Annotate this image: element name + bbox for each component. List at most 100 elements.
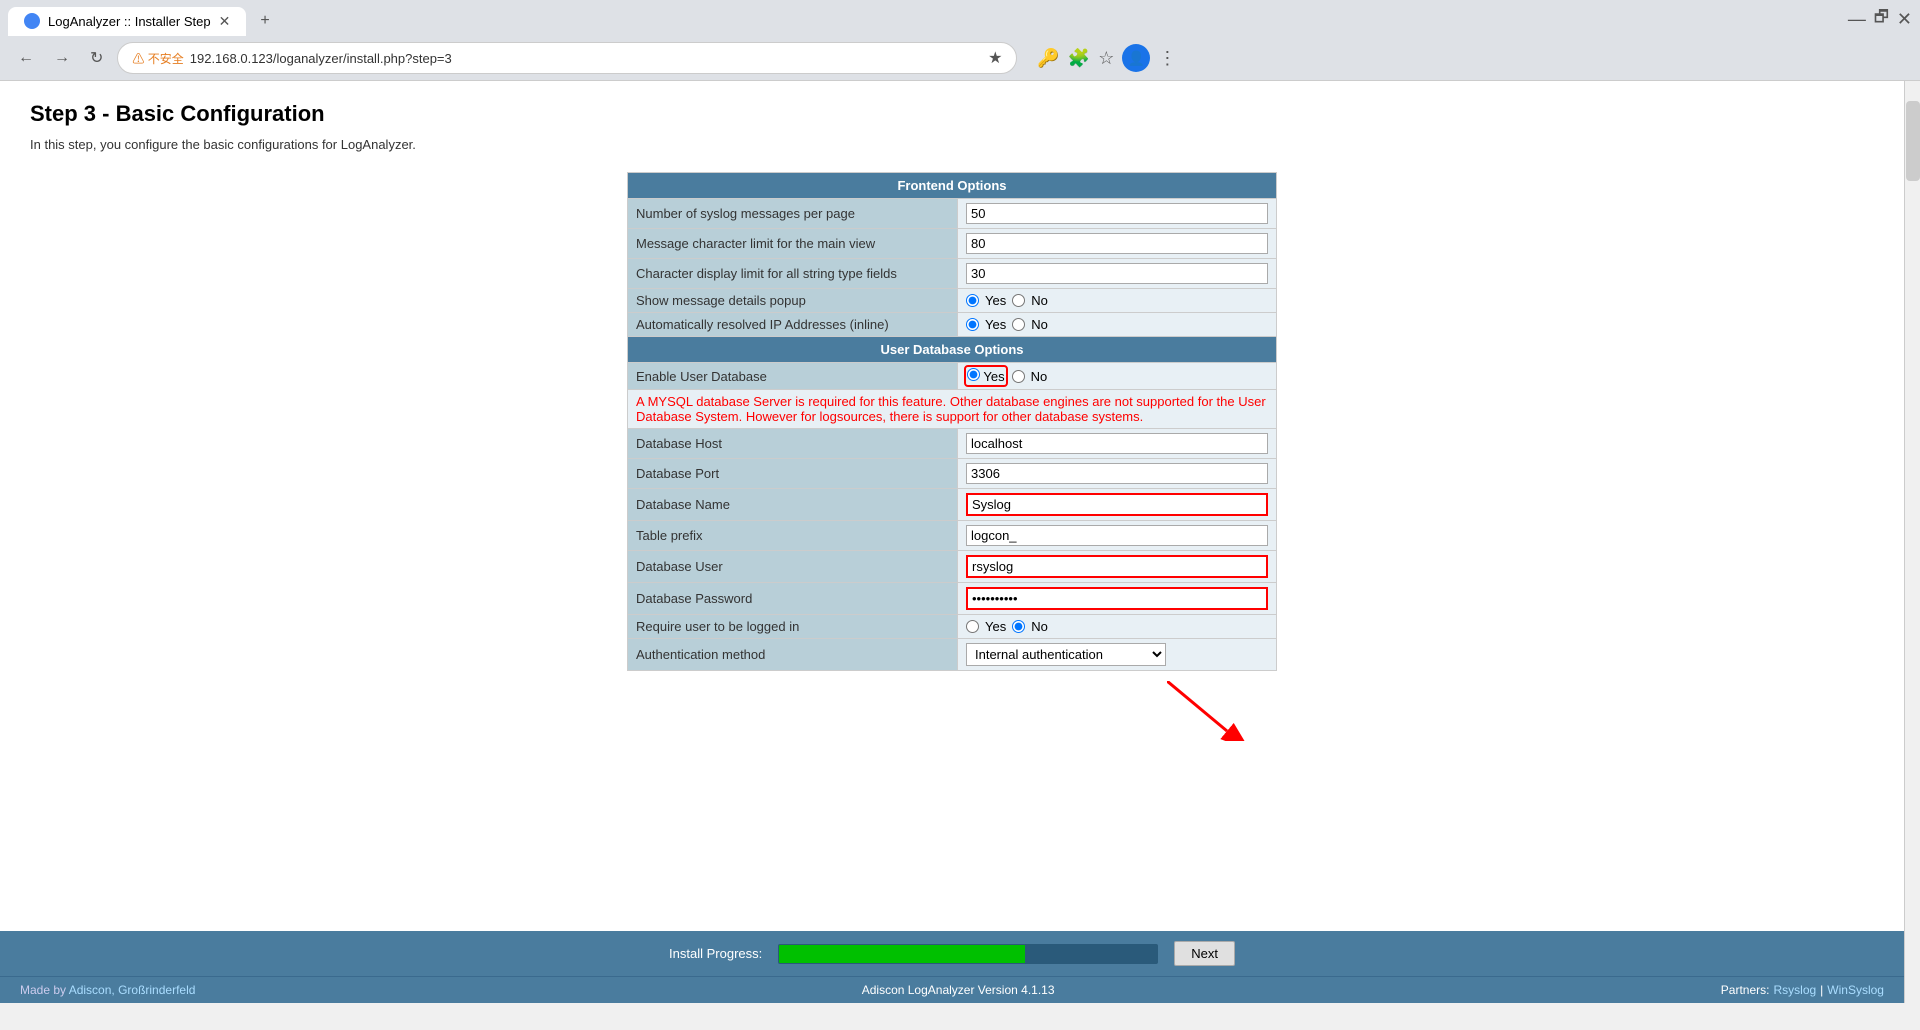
table-row: Database Name <box>628 489 1277 521</box>
table-row: Database Password <box>628 583 1277 615</box>
footer-adiscon-link[interactable]: Adiscon, Großrinderfeld <box>69 983 196 997</box>
new-tab-button[interactable]: + <box>250 6 279 36</box>
url-display: 192.168.0.123/loganalyzer/install.php?st… <box>190 51 982 66</box>
footer-left: Made by Adiscon, Großrinderfeld <box>20 983 195 997</box>
next-arrow-indicator <box>1167 681 1247 741</box>
address-bar[interactable]: ⚠ 不安全 192.168.0.123/loganalyzer/install.… <box>117 42 1017 74</box>
require-login-yes-radio[interactable] <box>966 620 979 633</box>
show-popup-no-label: No <box>1031 293 1048 308</box>
table-row: Automatically resolved IP Addresses (inl… <box>628 313 1277 337</box>
table-row: Show message details popup Yes No <box>628 289 1277 313</box>
db-name-input[interactable] <box>966 493 1268 516</box>
forward-button[interactable]: → <box>48 45 76 71</box>
db-name-cell <box>958 489 1277 521</box>
db-pass-label: Database Password <box>628 583 958 615</box>
arrow-container <box>627 671 1277 751</box>
menu-button[interactable]: ⋮ <box>1158 48 1176 69</box>
require-login-no-radio[interactable] <box>1012 620 1025 633</box>
db-user-cell <box>958 551 1277 583</box>
reload-button[interactable]: ↻ <box>84 44 109 72</box>
syslog-per-page-input[interactable] <box>966 203 1268 224</box>
table-row: Character display limit for all string t… <box>628 259 1277 289</box>
security-indicator: ⚠ 不安全 <box>132 50 183 67</box>
user-avatar-icon: 👤 <box>1128 50 1145 67</box>
progress-bar-track <box>778 944 1158 964</box>
auth-method-cell: Internal authentication LDAP authenticat… <box>958 639 1277 671</box>
footer-center: Adiscon LogAnalyzer Version 4.1.13 <box>862 983 1055 997</box>
table-row: Message character limit for the main vie… <box>628 229 1277 259</box>
syslog-per-page-label: Number of syslog messages per page <box>628 199 958 229</box>
page-footer: Made by Adiscon, Großrinderfeld Adiscon … <box>0 976 1904 1003</box>
db-port-input[interactable] <box>966 463 1268 484</box>
bookmark-icon[interactable]: ☆ <box>1098 48 1114 69</box>
user-profile-button[interactable]: 👤 <box>1122 44 1150 72</box>
config-table: Frontend Options Number of syslog messag… <box>627 172 1277 671</box>
tab-close-button[interactable]: ✕ <box>219 13 231 30</box>
window-restore-button[interactable]: 🗗 <box>1874 10 1889 28</box>
show-popup-yes-radio[interactable] <box>966 294 979 307</box>
scrollbar-thumb[interactable] <box>1906 101 1920 181</box>
table-prefix-label: Table prefix <box>628 521 958 551</box>
char-limit-main-label: Message character limit for the main vie… <box>628 229 958 259</box>
footer-winsyslog-link[interactable]: WinSyslog <box>1827 983 1884 997</box>
char-limit-string-input[interactable] <box>966 263 1268 284</box>
table-row: Require user to be logged in Yes No <box>628 615 1277 639</box>
char-limit-string-label: Character display limit for all string t… <box>628 259 958 289</box>
require-login-label: Require user to be logged in <box>628 615 958 639</box>
enable-user-db-cell: Yes No <box>958 363 1277 390</box>
page-description: In this step, you configure the basic co… <box>30 137 1874 152</box>
db-pass-input[interactable] <box>966 587 1268 610</box>
auth-method-label: Authentication method <box>628 639 958 671</box>
enable-db-yes-highlight: Yes <box>966 367 1006 385</box>
db-user-input[interactable] <box>966 555 1268 578</box>
extensions-icon[interactable]: 🧩 <box>1068 48 1090 69</box>
show-popup-no-radio[interactable] <box>1012 294 1025 307</box>
show-popup-cell: Yes No <box>958 289 1277 313</box>
footer-made-by: Made by <box>20 983 69 997</box>
tab-title: LogAnalyzer :: Installer Step <box>48 14 211 29</box>
require-login-no-label: No <box>1031 619 1048 634</box>
require-login-yes-label: Yes <box>985 619 1006 634</box>
table-prefix-cell <box>958 521 1277 551</box>
db-user-label: Database User <box>628 551 958 583</box>
auto-resolve-no-radio[interactable] <box>1012 318 1025 331</box>
auth-method-select[interactable]: Internal authentication LDAP authenticat… <box>966 643 1166 666</box>
syslog-per-page-cell <box>958 199 1277 229</box>
char-limit-main-cell <box>958 229 1277 259</box>
page-title: Step 3 - Basic Configuration <box>30 101 1874 127</box>
scrollbar-track[interactable] <box>1904 81 1920 1003</box>
db-port-cell <box>958 459 1277 489</box>
db-name-label: Database Name <box>628 489 958 521</box>
table-row: Number of syslog messages per page <box>628 199 1277 229</box>
table-row: Database Host <box>628 429 1277 459</box>
browser-tab[interactable]: LogAnalyzer :: Installer Step ✕ <box>8 7 246 36</box>
user-db-options-title: User Database Options <box>628 337 1277 363</box>
table-row: Table prefix <box>628 521 1277 551</box>
footer-right: Partners: Rsyslog | WinSyslog <box>1721 983 1884 997</box>
table-row: Database User <box>628 551 1277 583</box>
install-progress-label: Install Progress: <box>669 946 762 961</box>
back-button[interactable]: ← <box>12 45 40 71</box>
table-prefix-input[interactable] <box>966 525 1268 546</box>
window-minimize-button[interactable]: — <box>1848 10 1866 28</box>
bookmark-star-icon[interactable]: ★ <box>988 48 1002 68</box>
page-content: Step 3 - Basic Configuration In this ste… <box>0 81 1904 931</box>
auto-resolve-no-label: No <box>1031 317 1048 332</box>
window-close-button[interactable]: ✕ <box>1897 10 1912 28</box>
footer-rsyslog-link[interactable]: Rsyslog <box>1773 983 1816 997</box>
enable-db-no-radio[interactable] <box>1012 370 1025 383</box>
mysql-warning-text: A MYSQL database Server is required for … <box>628 390 1277 429</box>
db-host-input[interactable] <box>966 433 1268 454</box>
char-limit-main-input[interactable] <box>966 233 1268 254</box>
auto-resolve-yes-label: Yes <box>985 317 1006 332</box>
table-row: Database Port <box>628 459 1277 489</box>
auto-resolve-yes-radio[interactable] <box>966 318 979 331</box>
auto-resolve-label: Automatically resolved IP Addresses (inl… <box>628 313 958 337</box>
password-manager-icon[interactable]: 🔑 <box>1037 48 1059 69</box>
footer-separator: | <box>1820 983 1823 997</box>
next-button[interactable]: Next <box>1174 941 1235 966</box>
require-login-cell: Yes No <box>958 615 1277 639</box>
user-db-options-header: User Database Options <box>628 337 1277 363</box>
char-limit-string-cell <box>958 259 1277 289</box>
enable-db-yes-radio[interactable] <box>967 368 980 381</box>
